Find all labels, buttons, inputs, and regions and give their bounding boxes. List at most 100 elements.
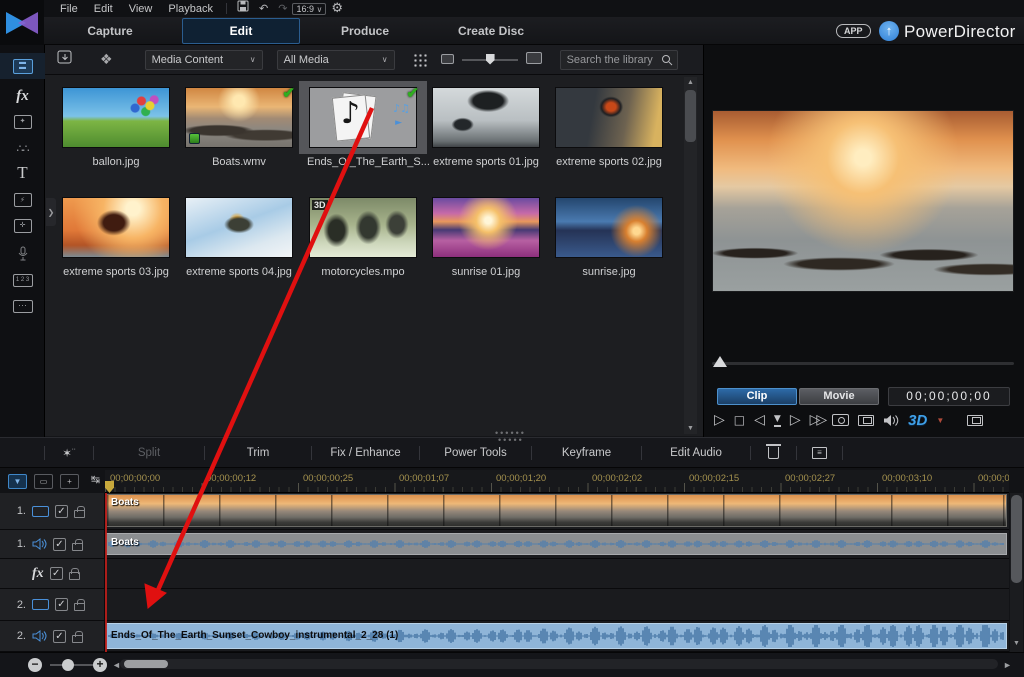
media-item[interactable]: ✔ Boats.wmv [183,85,295,168]
delete-trash-icon[interactable] [751,443,796,459]
sidebar-collapse-handle[interactable]: ❯ [46,198,56,226]
media-thumbnail[interactable] [555,87,663,148]
media-item-selected[interactable]: ♪ ♪♫ ► ✔ Ends_Of_The_Earth_S... [299,81,430,168]
scrollbar-thumb[interactable] [685,90,696,142]
trim-button[interactable]: Trim [205,447,311,459]
undock-preview-icon[interactable] [967,414,984,426]
settings-gear-icon[interactable]: ⚙ [331,1,343,16]
preview-video-frame[interactable] [712,110,1014,292]
track-enable-checkbox[interactable]: ✓ [55,598,68,611]
split-button[interactable]: Split [94,447,204,459]
media-item[interactable]: 3D motorcycles.mpo [307,197,419,278]
preview-window-icon[interactable] [858,414,875,426]
track-lock-icon[interactable] [74,505,85,518]
track-enable-checkbox[interactable]: ✓ [53,537,66,551]
track-audio-1[interactable]: Boats [105,530,1009,559]
media-item[interactable]: extreme sports 03.jpg [60,197,172,278]
track-enable-checkbox[interactable]: ✓ [53,629,66,643]
media-thumbnail[interactable] [555,197,663,258]
stop-button[interactable]: □ [734,410,745,430]
clip-select-tool-icon[interactable]: ▭ [34,474,53,489]
chapter-room-icon[interactable]: 1 2 3 [0,267,45,293]
menu-view[interactable]: View [121,2,161,16]
fix-enhance-button[interactable]: Fix / Enhance [312,447,419,459]
track-enable-checkbox[interactable]: ✓ [55,504,68,518]
keyframe-button[interactable]: Keyframe [532,447,641,459]
effect-room-icon[interactable]: fx [0,83,45,109]
grid-view-icon[interactable] [412,52,427,67]
timeline-ruler[interactable]: 00;00;00;00 00;00;00;12 00;00;00;25 00;0… [105,470,1009,493]
track-video-2[interactable] [105,589,1009,621]
track-lock-icon[interactable] [68,568,80,580]
transition-room-icon[interactable]: ⚡ [0,187,45,213]
play-button[interactable]: ▷ [714,410,725,430]
save-icon[interactable] [237,0,249,17]
volume-icon[interactable] [883,414,899,427]
app-badge[interactable]: APP [836,24,871,38]
track-lock-icon[interactable] [72,538,83,551]
clip-music-audio[interactable]: Ends_Of_The_Earth_Sunset_Cowboy_instrume… [106,623,1007,649]
media-room-icon[interactable]: ▬ ▬ [0,53,45,79]
media-item[interactable]: ballon.jpg [60,87,172,168]
media-filter-select[interactable]: All Media ∨ [276,49,395,70]
scroll-down-icon[interactable]: ▼ [1010,640,1023,647]
tab-create-disc[interactable]: Create Disc [432,19,550,43]
plugin-puzzle-icon[interactable]: ❖ [100,52,113,68]
room-list-icon[interactable]: ≡ [797,446,842,459]
title-room-icon[interactable]: T [0,160,45,186]
next-frame-button[interactable]: ▷ [790,410,801,430]
zoom-out-button[interactable]: − [28,658,42,672]
track-video-1[interactable]: Boats [105,493,1009,530]
clip-boats-audio[interactable]: Boats [106,533,1007,555]
zoom-slider-handle[interactable] [62,659,74,671]
timeline-ruler-tool-icon[interactable]: ▼ [8,474,27,489]
zoom-in-button[interactable]: + [93,658,107,672]
media-item[interactable]: extreme sports 04.jpg [183,197,295,278]
thumb-size-slider[interactable] [461,53,518,65]
timecode-display[interactable]: 00;00;00;00 [888,387,1010,406]
redo-icon[interactable]: ↷ [278,1,287,16]
menu-edit[interactable]: Edit [86,2,121,16]
track-audio-2[interactable]: Ends_Of_The_Earth_Sunset_Cowboy_instrume… [105,621,1009,652]
scroll-down-icon[interactable]: ▼ [684,425,697,432]
add-track-icon[interactable]: + [60,474,79,489]
power-tools-button[interactable]: Power Tools [420,447,531,459]
menu-playback[interactable]: Playback [160,2,221,16]
scroll-up-icon[interactable]: ▲ [684,79,697,86]
track-lock-icon[interactable] [74,599,85,611]
step-marker-button[interactable]: ▼ [773,414,781,427]
media-item[interactable]: extreme sports 01.jpg [430,87,542,168]
fast-forward-button[interactable]: ▷▷ [810,410,827,430]
movie-mode-button[interactable]: Movie [799,388,879,405]
pip-objects-room-icon[interactable]: ✦ [0,109,45,135]
3d-dropdown-caret[interactable]: ▼ [936,416,944,425]
edit-audio-button[interactable]: Edit Audio [642,447,750,459]
tab-edit[interactable]: Edit [182,18,300,44]
media-thumbnail[interactable]: ✔ [185,85,295,148]
menu-file[interactable]: File [52,2,86,16]
scroll-right-icon[interactable]: ► [1003,660,1012,670]
media-thumbnail[interactable] [432,197,540,258]
media-thumbnail[interactable]: 3D [309,197,417,258]
aspect-ratio-select[interactable]: 16:9 ∨ [292,2,327,15]
timeline-hscrollbar[interactable] [120,659,998,669]
track-enable-checkbox[interactable]: ✓ [49,567,63,580]
media-item[interactable]: extreme sports 02.jpg [553,87,665,168]
pip-designer-room-icon[interactable]: ✛ [0,213,45,239]
track-lock-icon[interactable] [72,630,83,643]
voiceover-room-icon[interactable] [0,240,45,266]
library-scrollbar[interactable]: ▲ ▼ [684,77,697,434]
media-thumbnail[interactable]: ♪ ♪♫ ► ✔ [309,85,419,148]
timeline-vscroll-thumb[interactable] [1011,495,1022,583]
particle-room-icon[interactable]: ∴∴ [0,135,45,161]
media-thumbnail[interactable] [432,87,540,148]
media-item[interactable]: sunrise 01.jpg [430,197,542,278]
media-thumbnail[interactable] [185,197,293,258]
import-media-icon[interactable] [57,50,74,70]
undo-icon[interactable]: ↶ [259,1,268,16]
timeline-hscroll-thumb[interactable] [124,660,168,668]
media-item[interactable]: sunrise.jpg [553,197,665,278]
playhead-line[interactable] [105,493,107,652]
tab-produce[interactable]: Produce [310,19,420,43]
preview-seekbar[interactable] [712,362,1014,365]
